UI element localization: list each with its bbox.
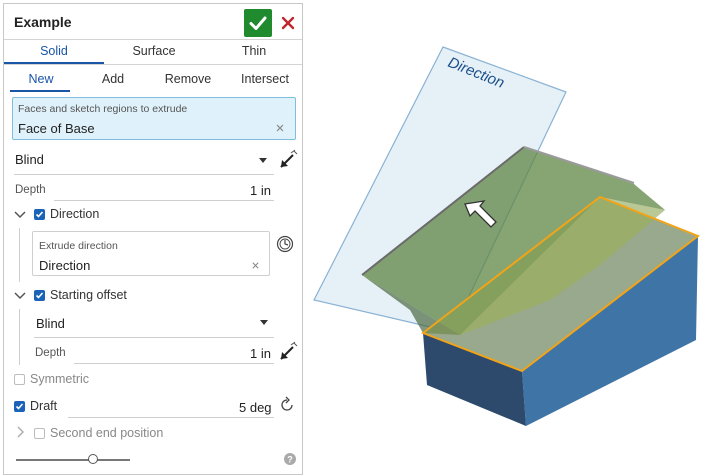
- graphics-viewport[interactable]: Direction: [0, 0, 725, 476]
